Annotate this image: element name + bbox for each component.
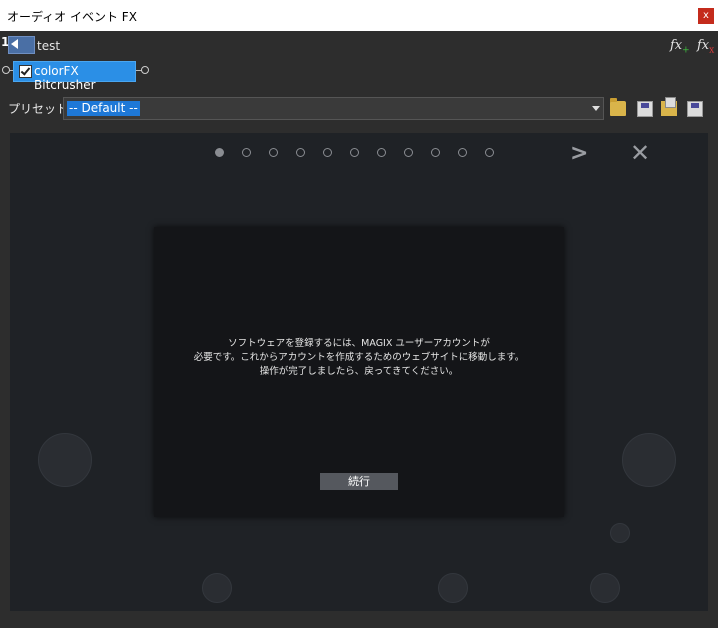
- continue-button[interactable]: 続行: [320, 473, 398, 490]
- add-fx-button[interactable]: fx+: [670, 38, 690, 56]
- page-dot[interactable]: [269, 148, 278, 157]
- preset-dropdown[interactable]: -- Default --: [63, 97, 604, 120]
- registration-dialog: ソフトウェアを登録するには、MAGIX ユーザーアカウントが 必要です。これから…: [154, 227, 564, 517]
- close-panel-button[interactable]: ✕: [630, 139, 650, 167]
- page-dot[interactable]: [215, 148, 224, 157]
- page-dot[interactable]: [377, 148, 386, 157]
- window-title: オーディオ イベント FX: [7, 10, 137, 24]
- page-dot[interactable]: [350, 148, 359, 157]
- dialog-message-line-3: 操作が完了しましたら、戻ってきてください。: [259, 366, 459, 377]
- speaker-icon: [11, 39, 18, 49]
- track-audio-button[interactable]: [8, 36, 35, 54]
- preset-selected-value: -- Default --: [67, 101, 140, 116]
- page-dot[interactable]: [458, 148, 467, 157]
- knob-right: [622, 433, 676, 487]
- dialog-message-line-1: ソフトウェアを登録するには、MAGIX ユーザーアカウントが: [228, 338, 490, 349]
- add-fx-icon: fx: [670, 38, 683, 53]
- chain-output-node: [141, 66, 149, 74]
- knob-small: [610, 523, 630, 543]
- knob-bottom-3: [590, 573, 620, 603]
- folder-icon[interactable]: [610, 98, 626, 116]
- page-dot[interactable]: [242, 148, 251, 157]
- plugin-name: colorFX Bitcrusher: [34, 64, 96, 92]
- plugin-enable-checkbox[interactable]: [19, 65, 32, 78]
- remove-fx-button[interactable]: fxx: [697, 38, 714, 56]
- next-page-button[interactable]: >: [570, 141, 588, 166]
- chevron-down-icon: [592, 106, 600, 111]
- page-dot[interactable]: [404, 148, 413, 157]
- knob-bottom-1: [202, 573, 232, 603]
- page-dot[interactable]: [296, 148, 305, 157]
- fx-plugin-slot[interactable]: colorFX Bitcrusher: [13, 61, 136, 92]
- remove-fx-icon: fx: [697, 38, 710, 53]
- save-as-icon[interactable]: [661, 97, 677, 116]
- knob-left: [38, 433, 92, 487]
- close-window-button[interactable]: x: [698, 8, 714, 24]
- knob-bottom-2: [438, 573, 468, 603]
- track-name: test: [37, 39, 61, 53]
- page-dot[interactable]: [431, 148, 440, 157]
- page-dot[interactable]: [323, 148, 332, 157]
- title-bar: オーディオ イベント FX x: [0, 0, 718, 32]
- save-all-icon[interactable]: [687, 101, 703, 117]
- page-dot[interactable]: [485, 148, 494, 157]
- chain-input-node: [2, 66, 10, 74]
- dialog-message-line-2: 必要です。これからアカウントを作成するためのウェブサイトに移動します。: [193, 352, 525, 363]
- save-icon[interactable]: [637, 101, 653, 117]
